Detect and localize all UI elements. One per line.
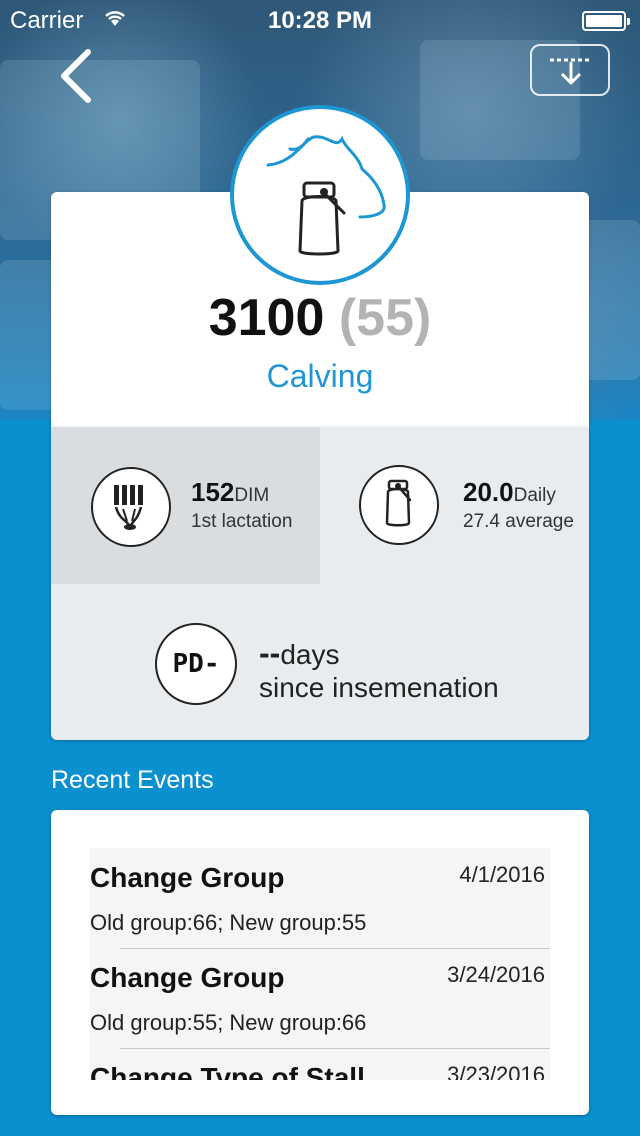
filter-button[interactable] xyxy=(530,44,610,96)
dim-number: 152 xyxy=(191,477,235,507)
download-filter-icon xyxy=(550,58,592,85)
events-list[interactable]: Change Group 4/1/2016 Old group:66; New … xyxy=(90,848,550,1080)
dim-unit: DIM xyxy=(234,485,270,506)
milk-can-icon xyxy=(359,465,439,545)
lactation-count: (55) xyxy=(338,289,432,347)
pd-days-value: -- xyxy=(259,635,281,671)
pd-days-unit: days xyxy=(280,639,340,670)
animal-avatar xyxy=(230,105,410,285)
clock: 10:28 PM xyxy=(267,7,373,34)
back-button[interactable] xyxy=(52,48,102,104)
event-date: 4/1/2016 xyxy=(459,862,545,887)
status-bar: Carrier 10:28 PM xyxy=(0,0,640,40)
dim-value: 152DIM xyxy=(191,477,269,508)
chevron-left-icon xyxy=(61,49,91,103)
lactation-label: 1st lactation xyxy=(191,511,293,532)
battery-icon xyxy=(582,11,630,31)
cow-milk-can-icon xyxy=(266,135,386,256)
event-row[interactable]: Change Group 4/1/2016 Old group:66; New … xyxy=(90,848,550,948)
milking-unit-icon xyxy=(91,467,171,547)
event-title: Change Group xyxy=(90,962,285,993)
event-description: Old group:66; New group:55 xyxy=(90,910,367,935)
milk-number: 20.0 xyxy=(463,477,514,507)
since-insemination-label: since insemenation xyxy=(259,672,499,703)
days-since-insemination: --days xyxy=(259,635,339,672)
recent-events-card: Change Group 4/1/2016 Old group:66; New … xyxy=(51,810,589,1115)
event-title: Change Type of Stall xyxy=(90,1062,365,1080)
event-title: Change Group xyxy=(90,862,285,893)
event-description: Old group:55; New group:66 xyxy=(90,1010,367,1035)
reproduction-status: Calving xyxy=(266,358,374,394)
event-row[interactable]: Change Type of Stall 3/23/2016 xyxy=(90,1048,550,1080)
animal-number: 3100 (55) xyxy=(0,288,640,348)
event-date: 3/24/2016 xyxy=(447,962,545,987)
stats-panel: 152DIM 1st lactation 20.0Daily 27.4 aver… xyxy=(51,427,589,740)
recent-events-heading: Recent Events xyxy=(51,766,214,794)
event-date: 3/23/2016 xyxy=(447,1062,545,1080)
milk-value: 20.0Daily xyxy=(463,477,556,508)
milk-average: 27.4 average xyxy=(463,511,574,532)
milk-unit: Daily xyxy=(513,485,556,506)
animal-id-value: 3100 xyxy=(208,289,325,347)
pregnancy-diagnosis-icon: PD- xyxy=(155,623,237,705)
event-row[interactable]: Change Group 3/24/2016 Old group:55; New… xyxy=(90,948,550,1048)
